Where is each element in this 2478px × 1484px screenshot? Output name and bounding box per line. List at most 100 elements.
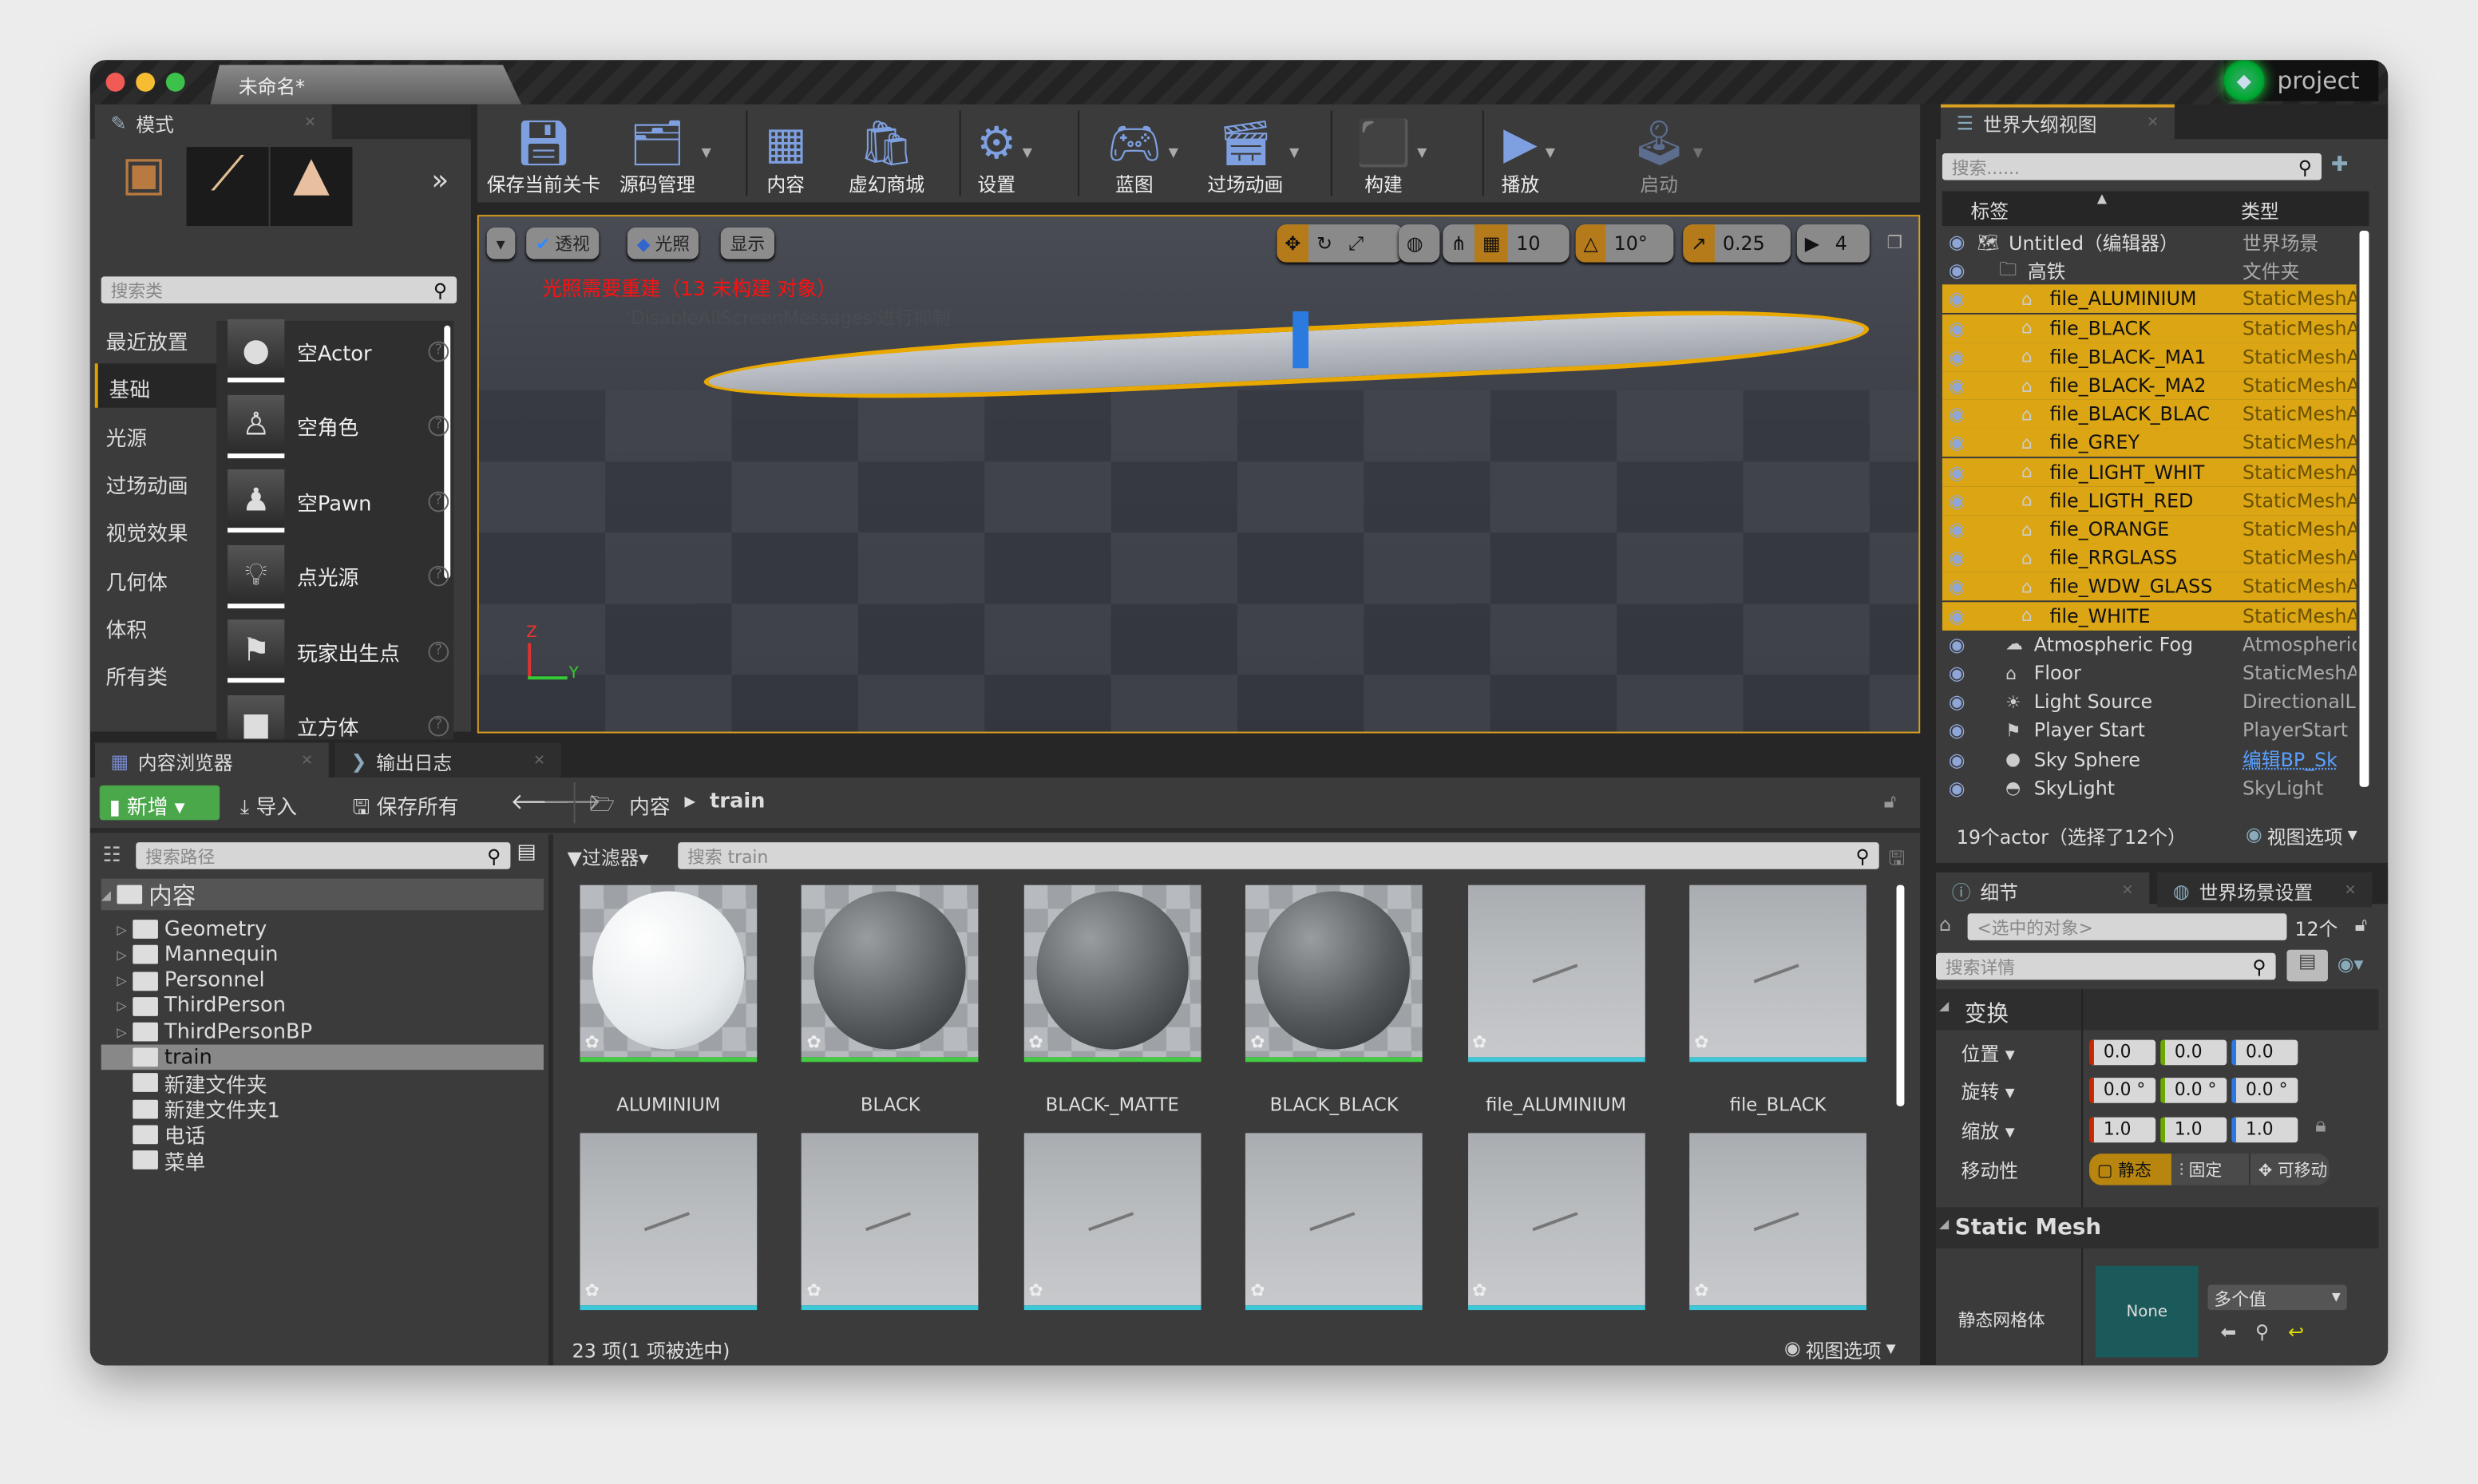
translate-icon[interactable]: ✥: [1277, 224, 1309, 263]
location-y-field[interactable]: 0.0: [2160, 1039, 2227, 1066]
outliner-row[interactable]: ◉ ⌂ file_WHITE StaticMeshA: [1942, 601, 2357, 631]
details-search-input[interactable]: 搜索详情 ⚲: [1936, 952, 2276, 980]
mode-category[interactable]: 过场动画: [95, 460, 216, 504]
toolbar-button[interactable]: ▶ 播放 ▼: [1502, 105, 1555, 203]
scale-label[interactable]: 缩放 ▾: [1961, 1118, 2015, 1145]
rotation-label[interactable]: 旋转 ▾: [1961, 1078, 2015, 1105]
column-label[interactable]: 标签: [1971, 197, 2009, 224]
world-local-toggle[interactable]: ◍: [1398, 224, 1440, 263]
location-label[interactable]: 位置 ▾: [1961, 1040, 2015, 1067]
outliner-search-input[interactable]: 搜索...... ⚲: [1942, 153, 2322, 180]
visibility-eye-icon[interactable]: ◉: [1949, 432, 1965, 454]
rotation-x-field[interactable]: 0.0 °: [2089, 1078, 2156, 1103]
mobility-stationary[interactable]: ⫶ 固定: [2171, 1154, 2250, 1185]
help-icon[interactable]: ?: [428, 340, 449, 362]
close-icon[interactable]: ✕: [2345, 884, 2357, 900]
folder-tree-item[interactable]: 新建文件夹: [101, 1070, 544, 1098]
close-icon[interactable]: ✕: [301, 754, 313, 770]
help-icon[interactable]: ?: [428, 715, 449, 737]
transform-section-header[interactable]: ◢ 变换: [1936, 989, 2379, 1031]
expand-arrow-icon[interactable]: ▷: [117, 1025, 133, 1039]
visibility-eye-icon[interactable]: ◉: [1949, 691, 1965, 713]
mode-category[interactable]: 基础: [94, 363, 217, 409]
asset-tile[interactable]: ✿: [802, 1133, 980, 1311]
asset-tile[interactable]: ✿: [1023, 1133, 1201, 1311]
visibility-eye-icon[interactable]: ◉: [1949, 778, 1965, 800]
folder-tree-item[interactable]: train: [101, 1044, 544, 1070]
grid-snap-value[interactable]: 10: [1508, 224, 1548, 263]
angle-icon[interactable]: △: [1575, 224, 1606, 263]
outliner-row[interactable]: ◉ ⌂ file_BLACK-_MA2 StaticMeshA: [1942, 371, 2357, 400]
visibility-eye-icon[interactable]: ◉: [1949, 604, 1965, 627]
outliner-row[interactable]: ◉ ⌂ file_WDW_GLASS StaticMeshA: [1942, 572, 2357, 602]
create-folder-icon[interactable]: ✚: [2331, 153, 2349, 177]
minimize-button[interactable]: [136, 73, 156, 92]
viewport-options-button[interactable]: ▾: [486, 228, 515, 259]
tab-modes[interactable]: ✎ 模式 ✕: [94, 104, 332, 140]
grid-icon[interactable]: ▦: [1475, 224, 1509, 263]
outliner-row[interactable]: ◉ ⌂ file_BLACK_BLAC StaticMeshA: [1942, 400, 2357, 429]
static-mesh-dropdown[interactable]: 多个值 ▾: [2207, 1284, 2347, 1311]
outliner-row[interactable]: ◉ ⌂ file_RRGLASS StaticMeshA: [1942, 544, 2357, 572]
tab-content-browser[interactable]: ▦ 内容浏览器 ✕: [94, 742, 329, 778]
maximize-viewport-icon[interactable]: ❐: [1887, 232, 1903, 253]
asset-view-options[interactable]: ◉ 视图选项 ▾: [1784, 1337, 1896, 1364]
asset-tile[interactable]: ✿ BLACK: [802, 884, 980, 1116]
outliner-row[interactable]: ◉ ⌂ file_LIGTH_RED StaticMeshA: [1942, 486, 2357, 515]
toggle-sources-icon[interactable]: ☷: [103, 844, 121, 868]
transform-mode-group[interactable]: ✥ ↻ ⤢: [1277, 224, 1403, 263]
mesh-thumbnail[interactable]: None: [2095, 1265, 2199, 1358]
visibility-eye-icon[interactable]: ◉: [1949, 749, 1965, 771]
rotate-icon[interactable]: ↻: [1308, 224, 1340, 263]
chevron-down-icon[interactable]: ▼: [1546, 145, 1555, 160]
camera-speed[interactable]: ▶ 4: [1796, 224, 1870, 263]
landscape-mode-icon[interactable]: ▲: [270, 147, 353, 227]
document-tab[interactable]: 未命名*: [210, 65, 522, 105]
scale-y-field[interactable]: 1.0: [2160, 1117, 2227, 1143]
more-modes-icon[interactable]: »: [431, 164, 449, 198]
asset-tile[interactable]: ✿ BLACK_BLACK: [1245, 884, 1423, 1116]
maximize-button[interactable]: [165, 73, 185, 92]
chevron-down-icon[interactable]: ▼: [1023, 145, 1032, 160]
outliner-row[interactable]: ◉ ☀ Light Source DirectionalLi: [1942, 687, 2357, 716]
reset-icon[interactable]: ↩: [2288, 1321, 2304, 1344]
expand-arrow-icon[interactable]: ▷: [117, 974, 133, 988]
scale-snap-value[interactable]: 0.25: [1715, 224, 1773, 263]
visibility-eye-icon[interactable]: ◉: [1949, 317, 1965, 339]
toolbar-button[interactable]: 💾︎ 保存当前关卡: [487, 105, 601, 203]
mode-category[interactable]: 体积: [95, 603, 216, 647]
tab-world-outliner[interactable]: ☰ 世界大纲视图 ✕: [1940, 104, 2175, 140]
scale-snap-group[interactable]: ↗ 0.25: [1683, 224, 1791, 263]
visibility-eye-icon[interactable]: ◉: [1949, 374, 1965, 397]
perspective-button[interactable]: ✔ 透视: [526, 228, 600, 259]
toolbar-button[interactable]: ⬛ 构建 ▼: [1356, 105, 1427, 203]
visibility-eye-icon[interactable]: ◉: [1949, 576, 1965, 598]
visibility-eye-icon[interactable]: ◉: [1949, 403, 1965, 425]
outliner-view-options[interactable]: ◉ 视图选项 ▾: [2246, 823, 2357, 850]
asset-tile[interactable]: ✿ file_ALUMINIUM: [1467, 884, 1645, 1116]
asset-tile[interactable]: ✿: [1689, 1133, 1866, 1311]
rotation-y-field[interactable]: 0.0 °: [2160, 1078, 2227, 1103]
asset-scrollbar[interactable]: [1896, 884, 1905, 1106]
close-icon[interactable]: ✕: [2122, 884, 2134, 900]
expand-arrow-icon[interactable]: ▷: [117, 922, 133, 936]
help-icon[interactable]: ?: [428, 565, 449, 587]
rotation-snap-group[interactable]: △ 10°: [1575, 224, 1674, 263]
folder-tree-item[interactable]: 新建文件夹1: [101, 1096, 544, 1124]
toolbar-button[interactable]: ▦ 内容: [765, 105, 806, 203]
folder-tree-item[interactable]: ◢ 内容: [101, 878, 544, 911]
visibility-eye-icon[interactable]: ◉: [1949, 633, 1965, 655]
transform-gizmo[interactable]: [1292, 311, 1309, 369]
toolbar-button[interactable]: 🎬︎ 过场动画 ▼: [1207, 105, 1299, 203]
asset-tile[interactable]: ✿ BLACK-_MATTE: [1023, 884, 1201, 1116]
placeable-item[interactable]: ♟ 空Pawn?: [228, 466, 449, 536]
outliner-row[interactable]: ◉ ⌂ Floor StaticMeshA: [1942, 659, 2357, 687]
outliner-row[interactable]: ◉ ● Sky Sphere 编辑BP_Sk: [1942, 746, 2357, 774]
tab-details[interactable]: ⓘ 细节 ✕: [1936, 872, 2150, 908]
visibility-eye-icon[interactable]: ◉: [1949, 461, 1965, 483]
mode-category[interactable]: 视觉效果: [95, 508, 216, 552]
location-z-field[interactable]: 0.0: [2231, 1039, 2298, 1066]
chevron-down-icon[interactable]: ▼: [702, 145, 711, 160]
chevron-down-icon[interactable]: ▼: [1417, 145, 1427, 160]
folder-tree-item[interactable]: ▷ ThirdPerson: [101, 994, 544, 1019]
